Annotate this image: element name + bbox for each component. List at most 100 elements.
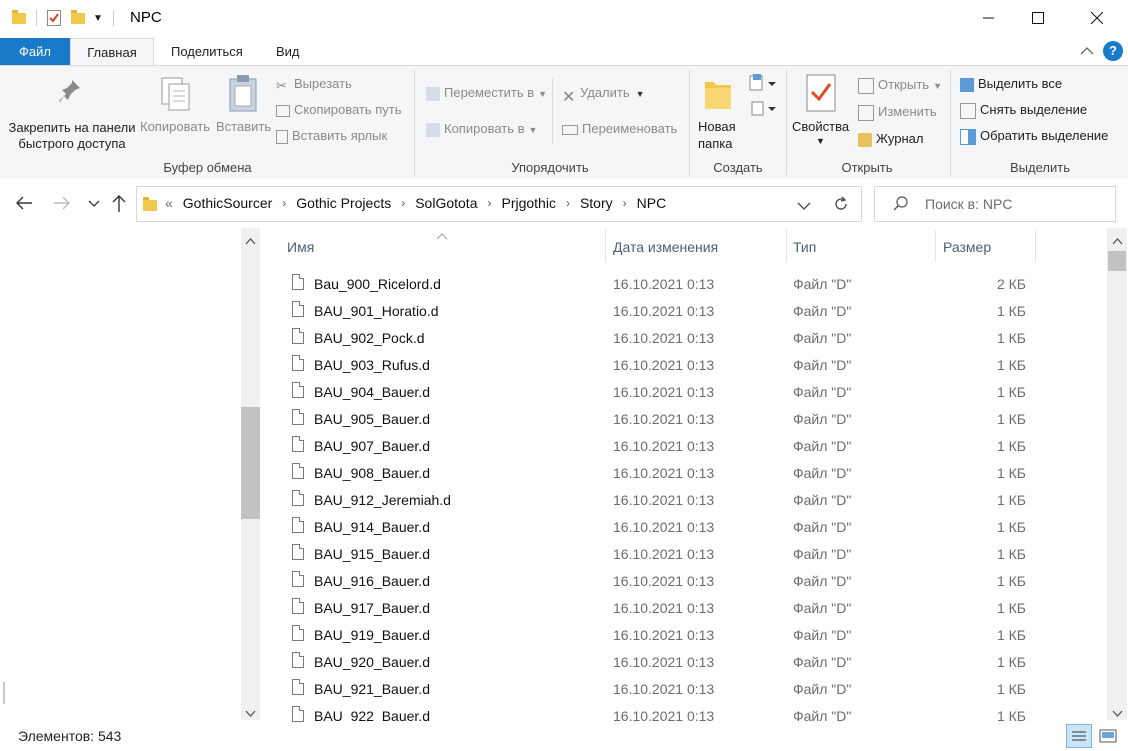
file-size: 1 КБ <box>996 465 1026 481</box>
new-item-button[interactable] <box>748 74 778 95</box>
table-row[interactable]: BAU_912_Jeremiah.d 16.10.2021 0:13 Файл "D… <box>288 487 1048 514</box>
edit-button[interactable]: Изменить <box>858 104 937 121</box>
chevron-right-icon[interactable]: › <box>487 196 491 210</box>
nav-pane-scroll-thumb[interactable] <box>241 407 260 519</box>
properties-qa-icon[interactable] <box>47 10 61 26</box>
search-box[interactable]: Поиск в: NPC <box>874 186 1116 222</box>
copy-to-button[interactable]: Копировать в ▼ <box>426 121 537 137</box>
column-separator[interactable] <box>1035 230 1036 262</box>
scroll-up-icon[interactable] <box>245 233 256 248</box>
qa-dropdown-icon[interactable]: ▼ <box>93 13 103 24</box>
help-icon[interactable]: ? <box>1103 41 1123 61</box>
open-group-label: Открыть <box>841 160 893 175</box>
rename-button[interactable]: Переименовать <box>562 121 677 136</box>
recent-locations-button[interactable] <box>88 197 100 212</box>
chevron-right-icon[interactable]: › <box>401 196 405 210</box>
file-date: 16.10.2021 0:13 <box>613 438 715 454</box>
chevron-right-icon[interactable]: › <box>623 196 627 210</box>
file-name: BAU_905_Bauer.d <box>314 411 430 427</box>
back-button[interactable] <box>14 194 34 215</box>
file-list-scroll-thumb[interactable] <box>1108 251 1126 271</box>
history-button[interactable]: Журнал <box>858 131 923 147</box>
minimize-button[interactable] <box>966 0 1012 36</box>
table-row[interactable]: BAU_921_Bauer.d 16.10.2021 0:13 Файл "D" 1 … <box>288 676 1048 703</box>
address-bar[interactable]: « GothicSourcer › Gothic Projects › SolG… <box>136 186 822 222</box>
pane-resize-handle[interactable] <box>3 682 5 704</box>
scroll-up-icon[interactable] <box>1112 233 1123 248</box>
select-none-button[interactable]: Снять выделение <box>960 102 1087 119</box>
close-button[interactable] <box>1074 0 1120 36</box>
breadcrumb-item[interactable]: SolGotota <box>415 195 477 211</box>
file-size: 1 КБ <box>996 654 1026 670</box>
new-folder-button[interactable]: Новая папка <box>698 118 736 152</box>
tab-home[interactable]: Главная <box>70 38 154 66</box>
table-row[interactable]: BAU_905_Bauer.d 16.10.2021 0:13 Файл "D" 1 … <box>288 406 1048 433</box>
table-row[interactable]: BAU_919_Bauer.d 16.10.2021 0:13 Файл "D" 1 … <box>288 622 1048 649</box>
invert-selection-label: Обратить выделение <box>980 128 1109 143</box>
scroll-down-icon[interactable] <box>245 706 256 721</box>
tab-share[interactable]: Поделиться <box>157 38 257 65</box>
paste-shortcut-button[interactable]: Вставить ярлык <box>276 128 387 144</box>
copy-path-button[interactable]: Скопировать путь <box>276 102 402 117</box>
table-row[interactable]: BAU_916_Bauer.d 16.10.2021 0:13 Файл "D" 1 … <box>288 568 1048 595</box>
column-header-name[interactable]: Имя <box>287 234 314 260</box>
properties-button[interactable]: Свойства <box>792 119 849 134</box>
breadcrumb-item[interactable]: NPC <box>637 195 667 211</box>
breadcrumb-item[interactable]: Gothic Projects <box>296 195 391 211</box>
refresh-button[interactable] <box>821 186 862 222</box>
properties-dropdown-icon[interactable]: ▼ <box>816 136 825 146</box>
cut-button[interactable]: ✂ Вырезать <box>276 76 352 93</box>
table-row[interactable]: BAU_920_Bauer.d 16.10.2021 0:13 Файл "D" 1 … <box>288 649 1048 676</box>
table-row[interactable]: BAU_907_Bauer.d 16.10.2021 0:13 Файл "D" 1 … <box>288 433 1048 460</box>
large-icons-view-button[interactable] <box>1097 726 1119 746</box>
invert-selection-button[interactable]: Обратить выделение <box>960 128 1108 145</box>
column-separator[interactable] <box>786 230 787 262</box>
table-row[interactable]: BAU_908_Bauer.d 16.10.2021 0:13 Файл "D" 1 … <box>288 460 1048 487</box>
select-all-button[interactable]: Выделить все <box>960 76 1062 92</box>
breadcrumb-item[interactable]: GothicSourcer <box>183 195 272 211</box>
table-row[interactable]: BAU_902_Pock.d 16.10.2021 0:13 Файл "D" 1 К… <box>288 325 1048 352</box>
file-list-scrollbar[interactable] <box>1107 228 1127 720</box>
address-history-button[interactable] <box>797 199 811 214</box>
chevron-right-icon[interactable]: › <box>282 196 286 210</box>
file-type: Файл "D" <box>793 492 852 508</box>
maximize-button[interactable] <box>1015 0 1061 36</box>
up-button[interactable] <box>110 193 128 216</box>
table-row[interactable]: BAU_917_Bauer.d 16.10.2021 0:13 Файл "D" 1 … <box>288 595 1048 622</box>
table-row[interactable]: BAU_903_Rufus.d 16.10.2021 0:13 Файл "D" 1 … <box>288 352 1048 379</box>
tab-file[interactable]: Файл <box>0 38 70 65</box>
scroll-down-icon[interactable] <box>1112 706 1123 721</box>
file-size: 1 КБ <box>996 708 1026 722</box>
column-separator[interactable] <box>935 230 936 262</box>
breadcrumb-item[interactable]: Prjgothic <box>501 195 555 211</box>
table-row[interactable]: Bau_900_Ricelord.d 16.10.2021 0:13 Файл "D… <box>288 271 1048 298</box>
table-row[interactable]: BAU_904_Bauer.d 16.10.2021 0:13 Файл "D" 1 … <box>288 379 1048 406</box>
collapse-ribbon-icon[interactable] <box>1080 44 1094 59</box>
open-button[interactable]: Открыть ▼ <box>858 77 942 94</box>
column-header-size[interactable]: Размер <box>943 234 991 260</box>
file-name: BAU_901_Horatio.d <box>314 303 439 319</box>
breadcrumb-overflow[interactable]: « <box>165 195 173 211</box>
copy-button[interactable]: Копировать <box>140 119 210 134</box>
easy-access-button[interactable] <box>748 99 778 120</box>
new-folder-qa-icon[interactable] <box>71 9 85 24</box>
column-header-date[interactable]: Дата изменения <box>613 234 718 260</box>
forward-button[interactable] <box>52 194 72 215</box>
paste-button[interactable]: Вставить <box>216 119 271 134</box>
file-icon <box>292 544 304 560</box>
file-size: 1 КБ <box>996 546 1026 562</box>
tab-view[interactable]: Вид <box>262 38 314 65</box>
table-row[interactable]: BAU_901_Horatio.d 16.10.2021 0:13 Файл "D"… <box>288 298 1048 325</box>
delete-button[interactable]: ✕ Удалить ▼ <box>562 85 645 106</box>
organize-separator <box>552 78 553 144</box>
column-separator[interactable] <box>605 230 606 262</box>
table-row[interactable]: BAU_922_Bauer.d 16.10.2021 0:13 Файл "D" 1 … <box>288 703 1048 722</box>
column-header-type[interactable]: Тип <box>793 234 816 260</box>
chevron-right-icon[interactable]: › <box>566 196 570 210</box>
details-view-button[interactable] <box>1066 724 1092 748</box>
pin-quick-access-button[interactable]: Закрепить на панели быстрого доступа <box>6 120 138 152</box>
table-row[interactable]: BAU_914_Bauer.d 16.10.2021 0:13 Файл "D" 1 … <box>288 514 1048 541</box>
table-row[interactable]: BAU_915_Bauer.d 16.10.2021 0:13 Файл "D" 1 … <box>288 541 1048 568</box>
move-to-button[interactable]: Переместить в ▼ <box>426 85 547 101</box>
breadcrumb-item[interactable]: Story <box>580 195 613 211</box>
